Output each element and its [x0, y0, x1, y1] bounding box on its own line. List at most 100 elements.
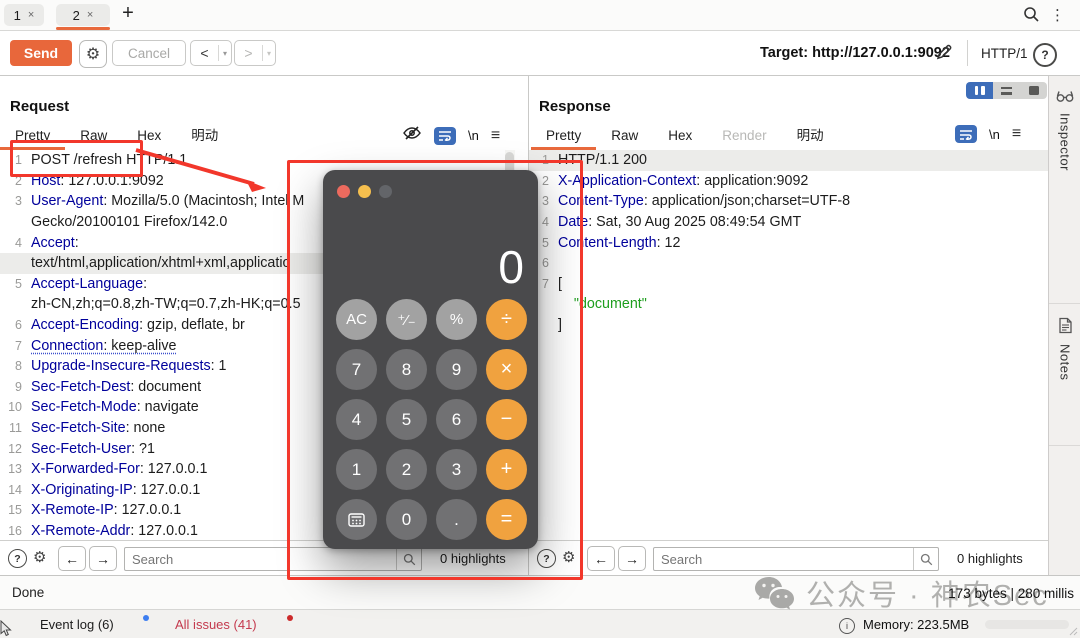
notes-label: Notes [1057, 344, 1073, 381]
rows-icon [1001, 86, 1012, 95]
line-number: 8 [15, 359, 22, 374]
layout-columns-button[interactable] [966, 82, 993, 99]
word-wrap-icon[interactable] [434, 126, 456, 145]
newline-toggle-icon[interactable]: \n [468, 128, 479, 143]
tab-close-icon[interactable]: × [87, 9, 93, 21]
help-icon[interactable]: ? [8, 549, 27, 568]
add-tab-button[interactable]: + [118, 2, 138, 25]
editor-row[interactable]: 6 [529, 253, 1048, 274]
line-number: 4 [15, 235, 22, 250]
status-text: Done [12, 585, 45, 600]
mouse-cursor [0, 620, 12, 637]
tab-pretty[interactable]: Pretty [531, 121, 597, 150]
layout-single-button[interactable] [1020, 82, 1047, 99]
chevron-down-icon[interactable]: ▾ [263, 49, 275, 58]
editor-menu-icon[interactable]: ≡ [1012, 125, 1021, 143]
tab-hex[interactable]: Hex [653, 121, 707, 150]
editor-row[interactable]: 5 Content-Length: 12 [529, 232, 1048, 253]
search-input[interactable] [654, 549, 913, 569]
line-text: Date: Sat, 30 Aug 2025 08:49:54 GMT [558, 214, 802, 231]
memory-progress-bar [985, 620, 1069, 629]
next-match-button[interactable]: → [618, 546, 646, 571]
line-number: 11 [9, 421, 22, 436]
layout-rows-button[interactable] [993, 82, 1020, 99]
notes-document-icon [1058, 317, 1072, 334]
tab-raw[interactable]: Raw [596, 121, 653, 150]
line-text: Gecko/20100101 Firefox/142.0 [31, 214, 228, 231]
pause-bar-icon [974, 86, 978, 95]
chevron-down-icon[interactable]: ▾ [219, 49, 231, 58]
request-editor-icons: \n ≡ [402, 125, 500, 146]
gear-icon: ⚙ [85, 46, 101, 63]
event-log-button[interactable]: Event log (6) [40, 617, 114, 632]
wechat-icon [755, 577, 794, 610]
line-text: text/html,application/xhtml+xml,applicat… [31, 255, 291, 272]
all-issues-button[interactable]: All issues (41) [175, 617, 257, 632]
line-text: X-Remote-IP: 127.0.0.1 [31, 502, 182, 519]
back-icon: < [200, 45, 209, 61]
line-text: X-Forwarded-For: 127.0.0.1 [31, 461, 208, 478]
cancel-button[interactable]: Cancel [112, 40, 186, 66]
response-editor-icons: \n ≡ [955, 125, 1021, 143]
response-title: Response [539, 98, 611, 115]
tab-label: 2 [72, 7, 80, 23]
event-log-badge-dot [143, 615, 149, 621]
editor-row[interactable]: "document" [529, 294, 1048, 315]
line-number: 13 [8, 462, 22, 477]
editor-row[interactable]: ] [529, 315, 1048, 336]
tab-label: 1 [13, 7, 21, 23]
tab-close-icon[interactable]: × [28, 9, 34, 21]
line-text: Sec-Fetch-User: ?1 [31, 440, 155, 457]
line-text: X-Application-Context: application:9092 [558, 172, 809, 189]
hide-eye-icon[interactable] [402, 125, 422, 146]
line-text: zh-CN,zh;q=0.8,zh-TW;q=0.7,zh-HK;q=0.5 [31, 296, 301, 313]
send-button[interactable]: Send [10, 40, 72, 66]
edit-target-icon[interactable] [934, 42, 954, 67]
notes-tab[interactable]: Notes [1049, 304, 1080, 446]
info-icon[interactable]: i [839, 618, 855, 634]
line-number: 14 [8, 482, 22, 497]
editor-row[interactable]: 1 HTTP/1.1 200 [529, 150, 1048, 171]
more-menu-icon[interactable]: ⋮ [1050, 7, 1065, 25]
send-settings-button[interactable]: ⚙ [79, 40, 107, 68]
editor-menu-icon[interactable]: ≡ [491, 127, 500, 145]
search-icon[interactable] [1023, 6, 1040, 28]
annotation-box-calculator [287, 160, 583, 580]
gear-icon[interactable]: ⚙ [33, 548, 46, 566]
editor-row[interactable]: 7[ [529, 274, 1048, 295]
right-sidebar: Inspector Notes [1048, 76, 1080, 575]
editor-row[interactable]: 4 Date: Sat, 30 Aug 2025 08:49:54 GMT [529, 212, 1048, 233]
word-wrap-icon[interactable] [955, 125, 977, 143]
line-number: 7 [15, 338, 22, 353]
target-url: http://127.0.0.1:9092 [812, 45, 950, 61]
repeater-tab-2[interactable]: 2 × [56, 4, 110, 30]
memory-usage: Memory: 223.5MB [863, 617, 970, 632]
back-button[interactable]: < ▾ [190, 40, 232, 66]
square-icon [1028, 86, 1039, 95]
newline-toggle-icon[interactable]: \n [989, 127, 1000, 142]
layout-toggle-group [966, 82, 1047, 99]
tab-render[interactable]: Render [707, 121, 781, 150]
line-text: Accept-Language: [31, 275, 148, 292]
inspector-tab[interactable]: Inspector [1049, 76, 1080, 304]
line-text: Content-Type: application/json;charset=U… [558, 193, 851, 210]
prev-match-button[interactable]: ← [58, 546, 86, 571]
line-text: Upgrade-Insecure-Requests: 1 [31, 358, 227, 375]
inspector-label: Inspector [1057, 113, 1073, 171]
tab-plugin[interactable]: 明动 [782, 121, 839, 150]
help-icon[interactable]: ? [1033, 43, 1057, 67]
response-editor[interactable]: 1 HTTP/1.1 200 2 X-Application-Context: app… [529, 150, 1048, 541]
repeater-tab-1[interactable]: 1 × [4, 4, 44, 26]
http-version-selector[interactable]: HTTP/1 [981, 46, 1028, 61]
editor-row[interactable]: 3 Content-Type: application/json;charset=… [529, 191, 1048, 212]
request-title: Request [10, 98, 70, 115]
burp-repeater-window: 1 × 2 × + ⋮ Send ⚙ Cancel < ▾ > ▾ Target… [0, 0, 1080, 638]
line-text: Sec-Fetch-Mode: navigate [31, 399, 199, 416]
prev-match-button[interactable]: ← [587, 546, 615, 571]
line-number: 12 [8, 441, 22, 456]
resize-grip[interactable] [1068, 626, 1078, 636]
next-match-button[interactable]: → [89, 546, 117, 571]
forward-button[interactable]: > ▾ [234, 40, 276, 66]
response-view-tabs: Pretty Raw Hex Render 明动 [529, 121, 839, 150]
editor-row[interactable]: 2 X-Application-Context: application:9092 [529, 171, 1048, 192]
